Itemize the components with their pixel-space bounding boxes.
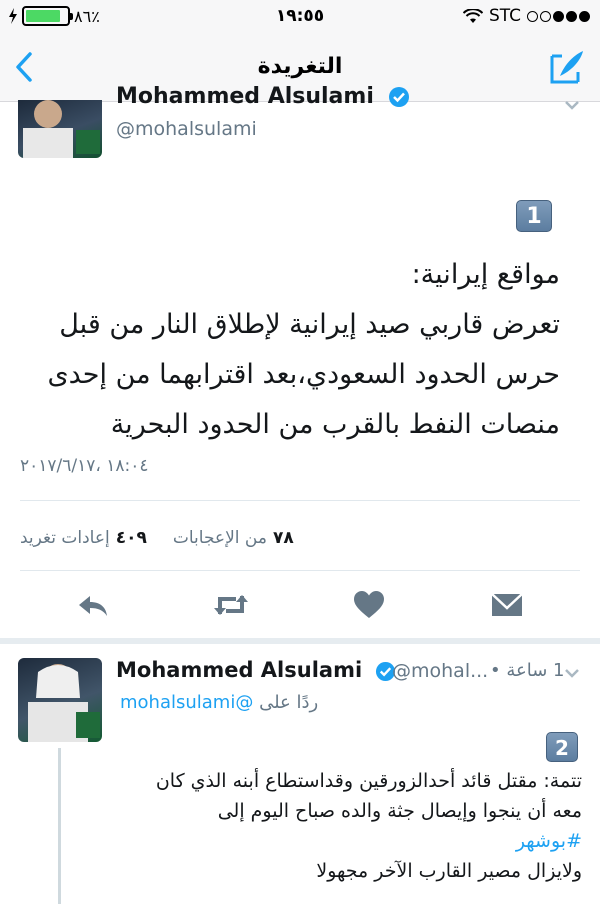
hashtag-link[interactable]: #بوشهر — [62, 826, 582, 856]
tweet-text-line: منصات النفط بالقرب من الحدود البحرية — [110, 409, 560, 440]
tweet-text-line: حرس الحدود السعودي،بعد اقترابهما من إحدى — [47, 359, 561, 390]
chevron-down-icon[interactable] — [564, 668, 580, 678]
page-title: التغريدة — [257, 54, 343, 79]
like-heart-icon[interactable] — [352, 588, 386, 622]
engagement-stats: ٧٨من الإعجابات ٤٠٩إعادات تغريد — [20, 528, 294, 548]
verified-badge-icon — [388, 87, 409, 107]
tweet-separator — [0, 638, 600, 644]
signal-dot — [579, 10, 590, 22]
tweet-text-line: ولايزال مصير القارب الآخر مجهولا — [316, 860, 582, 882]
wifi-icon — [462, 8, 483, 23]
divider — [20, 570, 580, 571]
tweet-text-line: مواقع إيرانية: — [411, 259, 560, 290]
author-handle[interactable]: @mohalsulami — [116, 118, 257, 140]
signal-dot — [553, 10, 564, 22]
signal-group: STC — [462, 6, 590, 26]
retweets-count: ٤٠٩ — [115, 528, 147, 548]
avatar[interactable] — [18, 100, 102, 158]
author-handle[interactable]: @mohal... — [392, 660, 488, 682]
tweet-text-line: معه أن ينجوا وإيصال جثة والده صباح اليوم… — [217, 800, 582, 822]
retweets-stat[interactable]: ٤٠٩إعادات تغريد — [20, 528, 147, 548]
author-name[interactable]: Mohammed Alsulami — [116, 84, 410, 109]
tweet-actions — [0, 588, 600, 624]
reply-icon[interactable] — [76, 588, 110, 622]
compose-icon[interactable] — [548, 48, 586, 86]
divider — [20, 500, 580, 501]
tweet-text: مواقع إيرانية: تعرض قاربي صيد إيرانية لإ… — [20, 250, 561, 450]
likes-count: ٧٨ — [272, 528, 294, 548]
retweet-icon[interactable] — [212, 588, 250, 622]
status-bar: ٨٦٪ ١٩:٥٥ STC — [0, 0, 600, 34]
tweet-text-line: تعرض قاربي صيد إيرانية لإطلاق النار من ق… — [59, 309, 560, 340]
signal-dot — [540, 10, 551, 22]
signal-strength-icon — [527, 10, 590, 22]
direct-message-icon[interactable] — [490, 588, 524, 622]
tweet-timestamp: ١٨:٠٤ ،٢٠١٧/٦/١٧ — [20, 456, 149, 476]
avatar[interactable] — [18, 658, 102, 742]
thread-number-badge: 1 — [516, 200, 552, 232]
tweet-text-line: تتمة: مقتل قائد أحدالزورقين وقداستطاع أب… — [155, 770, 582, 792]
signal-dot — [527, 10, 538, 22]
reply-prefix: ردًا على — [259, 692, 319, 713]
author-name[interactable]: Mohammed Alsulami — [116, 658, 396, 682]
reply-context: ردًا على @mohalsulami — [120, 692, 318, 713]
tweet-time: 1 ساعة • — [490, 660, 565, 681]
tweet-text: تتمة: مقتل قائد أحدالزورقين وقداستطاع أب… — [62, 766, 582, 886]
likes-stat[interactable]: ٧٨من الإعجابات — [173, 528, 294, 548]
chevron-down-icon[interactable] — [564, 100, 580, 110]
thread-connector-line — [58, 748, 61, 904]
retweets-label: إعادات تغريد — [20, 528, 110, 548]
likes-label: من الإعجابات — [172, 528, 267, 548]
reply-mention-link[interactable]: @mohalsulami — [120, 692, 253, 713]
thread-number-badge: 2 — [546, 732, 578, 762]
carrier-name: STC — [488, 6, 521, 26]
author-name-text: Mohammed Alsulami — [116, 84, 374, 109]
signal-dot — [566, 10, 577, 22]
author-name-text: Mohammed Alsulami — [116, 658, 363, 682]
